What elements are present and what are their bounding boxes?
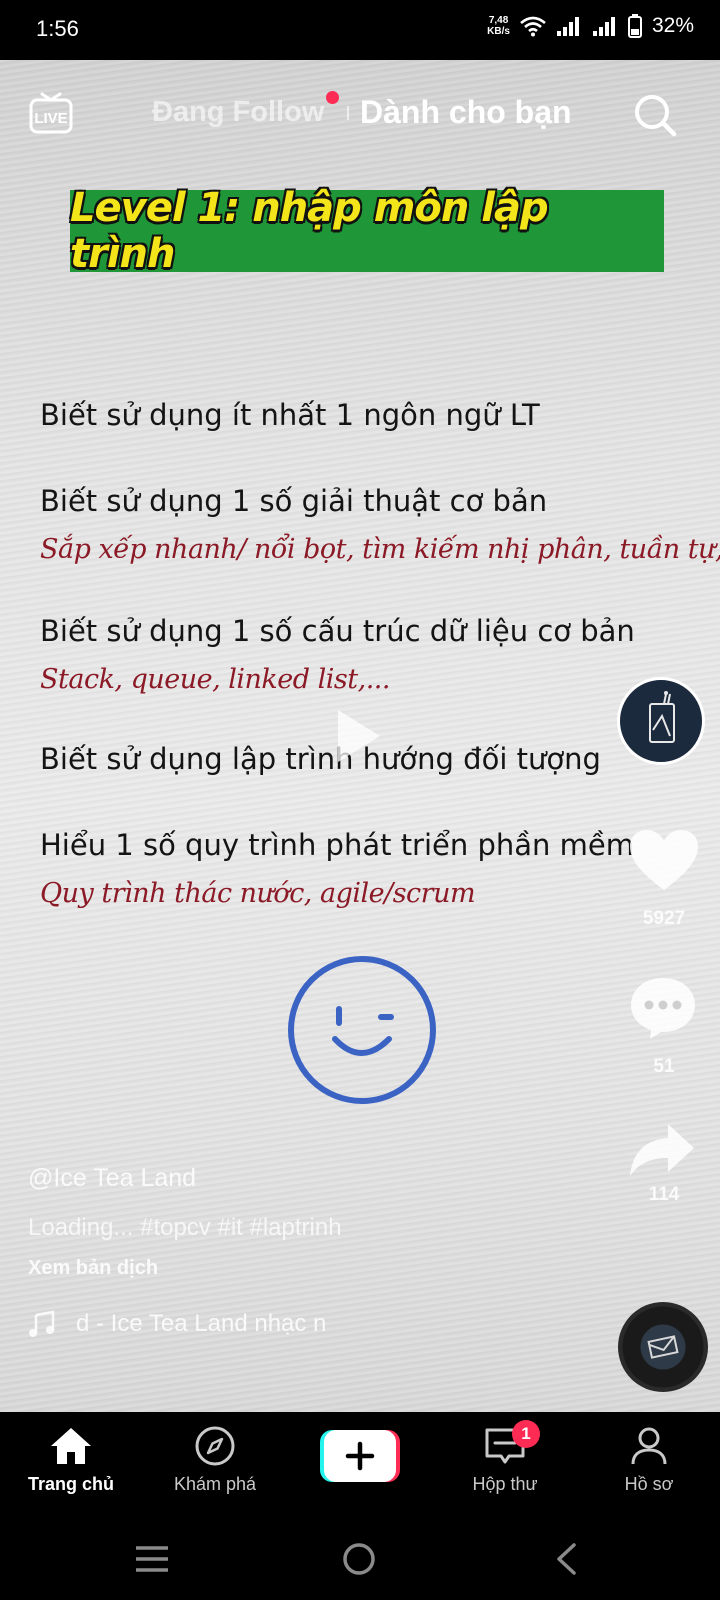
music-note-icon — [29, 1310, 55, 1337]
item-title: Biết sử dụng ít nhất 1 ngôn ngữ LT — [40, 398, 540, 432]
item-title: Biết sử dụng lập trình hướng đối tượng — [40, 742, 601, 776]
nav-inbox-label: Hộp thư — [472, 1474, 538, 1494]
live-icon[interactable]: LIVE — [28, 90, 74, 136]
loading-smile-icon — [288, 956, 436, 1104]
status-time: 1:56 — [36, 16, 79, 41]
status-indicators: 7,48 KB/s 32% — [487, 14, 694, 38]
item-subtitle: Stack, queue, linked list,... — [40, 664, 390, 695]
video-player[interactable]: LIVE Đang Follow Dành cho bạn Level 1: n… — [0, 60, 720, 1412]
network-speed-value: 7,48 — [488, 15, 509, 26]
profile-icon — [631, 1427, 667, 1465]
battery-icon — [627, 14, 642, 38]
share-count: 114 — [648, 1184, 680, 1205]
play-icon[interactable] — [334, 708, 382, 764]
battery-percent: 32% — [651, 14, 694, 37]
home-button-icon[interactable] — [342, 1542, 376, 1576]
tab-following[interactable]: Đang Follow — [152, 96, 324, 129]
music-disc[interactable] — [618, 1302, 708, 1392]
post-caption[interactable]: Loading... #topcv #it #laptrinh — [28, 1214, 342, 1242]
sound-title: d - Ice Tea Land nhạc n — [76, 1310, 327, 1337]
bottom-navigation: Trang chủ Khám phá 1 Hộp thư Hồ sơ — [0, 1412, 720, 1522]
item-subtitle: Sắp xếp nhanh/ nổi bọt, tìm kiếm nhị phâ… — [40, 534, 720, 565]
home-icon — [51, 1428, 91, 1464]
video-banner: Level 1: nhập môn lập trình — [70, 185, 664, 277]
tab-for-you[interactable]: Dành cho bạn — [360, 94, 572, 131]
nav-discover[interactable]: Khám phá — [150, 1426, 280, 1495]
comment-icon[interactable] — [628, 975, 698, 1041]
music-disc-icon — [647, 1335, 679, 1359]
nav-discover-label: Khám phá — [173, 1474, 257, 1494]
recent-apps-icon[interactable] — [134, 1544, 170, 1574]
heart-icon[interactable] — [628, 828, 700, 894]
compass-icon — [195, 1426, 235, 1466]
create-plus-icon[interactable] — [320, 1430, 400, 1482]
network-speed: 7,48 KB/s — [487, 15, 510, 37]
item-title: Biết sử dụng 1 số cấu trúc dữ liệu cơ bả… — [40, 614, 635, 648]
sound-info[interactable]: d - Ice Tea Land nhạc n — [28, 1310, 326, 1338]
inbox-badge: 1 — [512, 1420, 540, 1448]
signal-icon-2 — [592, 17, 615, 36]
nav-home-label: Trang chủ — [27, 1474, 114, 1494]
live-label: LIVE — [34, 110, 67, 127]
share-icon[interactable] — [628, 1122, 696, 1178]
signal-icon — [556, 17, 579, 36]
creator-avatar[interactable] — [617, 677, 705, 765]
back-icon[interactable] — [554, 1542, 578, 1576]
nav-inbox[interactable]: 1 Hộp thư — [440, 1420, 570, 1495]
banner-title: Level 1: nhập môn lập trình — [70, 185, 549, 277]
top-navigation: LIVE Đang Follow Dành cho bạn — [0, 60, 720, 170]
system-navigation — [0, 1522, 720, 1600]
creator-username[interactable]: @Ice Tea Land — [28, 1164, 196, 1193]
search-icon[interactable] — [632, 92, 678, 138]
item-title: Biết sử dụng 1 số giải thuật cơ bản — [40, 484, 548, 518]
wifi-icon — [520, 16, 546, 37]
nav-profile-label: Hồ sơ — [624, 1474, 674, 1494]
following-notification-dot — [326, 91, 339, 104]
nav-profile[interactable]: Hồ sơ — [584, 1426, 714, 1495]
tab-divider — [347, 106, 349, 120]
like-count: 5927 — [642, 908, 686, 929]
item-subtitle: Quy trình thác nước, agile/scrum — [40, 878, 476, 909]
comment-count: 51 — [653, 1056, 675, 1077]
nav-home[interactable]: Trang chủ — [6, 1426, 136, 1495]
item-title: Hiểu 1 số quy trình phát triển phần mềm — [40, 828, 634, 862]
avatar-icon — [649, 691, 675, 743]
translate-link[interactable]: Xem bản dịch — [28, 1257, 158, 1280]
status-bar: 1:56 7,48 KB/s 32% — [0, 0, 720, 60]
network-speed-unit: KB/s — [487, 26, 510, 37]
